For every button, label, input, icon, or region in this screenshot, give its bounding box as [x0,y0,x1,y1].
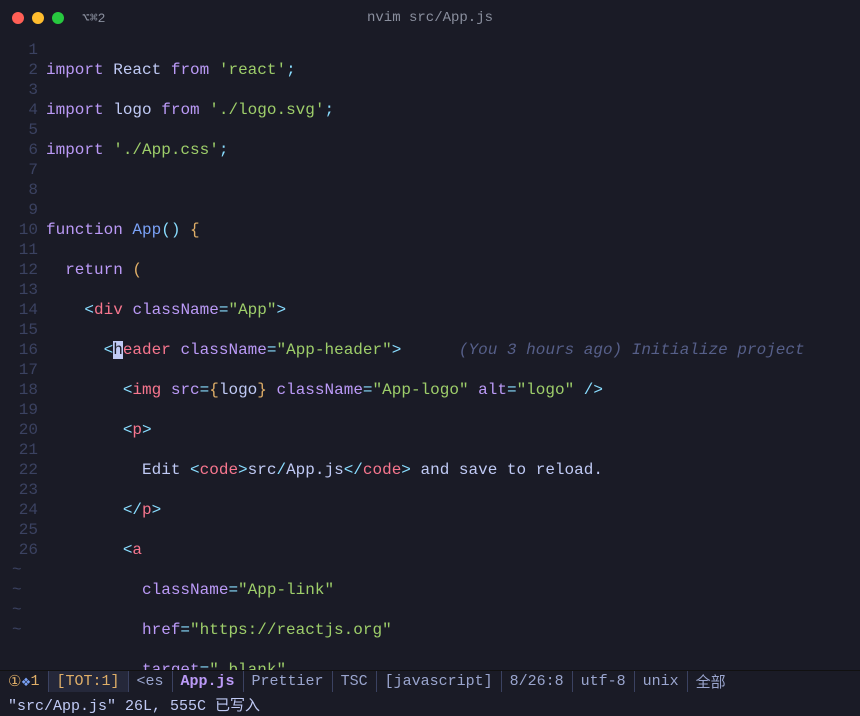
code-line: </p> [46,500,860,520]
status-fileformat: unix [634,671,687,692]
git-blame: (You 3 hours ago) Initialize project [459,341,805,359]
code-line: <div className="App"> [46,300,860,320]
status-es: <es [128,671,172,692]
tilde-line: ~ [0,560,38,580]
titlebar: ⌥⌘2 nvim src/App.js [0,0,860,36]
line-number: 11 [0,240,38,260]
line-number: 25 [0,520,38,540]
status-indicator: ① ❖ 1 [0,671,48,692]
line-number: 17 [0,360,38,380]
status-filetype: [javascript] [376,671,501,692]
tilde-line: ~ [0,620,38,640]
line-number: 24 [0,500,38,520]
line-number: 21 [0,440,38,460]
status-tot: [TOT:1] [48,671,128,692]
line-number: 5 [0,120,38,140]
shortcut-label: ⌥⌘2 [82,11,105,26]
code-line: href="https://reactjs.org" [46,620,860,640]
maximize-icon[interactable] [52,12,64,24]
code-line: <a [46,540,860,560]
status-encoding: utf-8 [572,671,634,692]
window-title: nvim src/App.js [367,10,493,26]
status-prettier: Prettier [243,671,332,692]
line-number: 16 [0,340,38,360]
code-line: return ( [46,260,860,280]
code-line: Edit <code>src/App.js</code> and save to… [46,460,860,480]
code-line: className="App-link" [46,580,860,600]
line-number: 8 [0,180,38,200]
message-line: "src/App.js" 26L, 555C 已写入 [0,692,860,716]
line-number: 23 [0,480,38,500]
tilde-line: ~ [0,580,38,600]
line-number-gutter: 1 2 3 4 5 6 7 8 9 10 11 12 13 14 15 16 1… [0,40,46,670]
line-number: 2 [0,60,38,80]
line-number: 1 [0,40,38,60]
code-line: <header className="App-header"> (You 3 h… [46,340,860,360]
code-line: import './App.css'; [46,140,860,160]
line-number: 3 [0,80,38,100]
code-line: <p> [46,420,860,440]
line-number: 15 [0,320,38,340]
status-percent: 全部 [687,671,734,692]
line-number: 26 [0,540,38,560]
line-number: 14 [0,300,38,320]
line-number: 9 [0,200,38,220]
line-number: 4 [0,100,38,120]
line-number: 20 [0,420,38,440]
code-line: target="_blank" [46,660,860,670]
close-icon[interactable] [12,12,24,24]
line-number: 12 [0,260,38,280]
code-line: <img src={logo} className="App-logo" alt… [46,380,860,400]
code-line: import React from 'react'; [46,60,860,80]
line-number: 13 [0,280,38,300]
line-number: 10 [0,220,38,240]
line-number: 7 [0,160,38,180]
line-number: 18 [0,380,38,400]
code-line: import logo from './logo.svg'; [46,100,860,120]
status-filename: App.js [172,671,243,692]
line-number: 19 [0,400,38,420]
code-content[interactable]: import React from 'react'; import logo f… [46,40,860,670]
code-line: function App() { [46,220,860,240]
code-line [46,180,860,200]
line-number: 22 [0,460,38,480]
tilde-line: ~ [0,600,38,620]
terminal-window: ⌥⌘2 nvim src/App.js 1 2 3 4 5 6 7 8 9 10… [0,0,860,716]
minimize-icon[interactable] [32,12,44,24]
editor-area[interactable]: 1 2 3 4 5 6 7 8 9 10 11 12 13 14 15 16 1… [0,36,860,670]
cursor: h [113,341,123,359]
status-position: 8/26:8 [501,671,572,692]
status-tsc: TSC [332,671,376,692]
status-line: ① ❖ 1 [TOT:1] <es App.js Prettier TSC [j… [0,670,860,692]
line-number: 6 [0,140,38,160]
traffic-lights [12,12,64,24]
